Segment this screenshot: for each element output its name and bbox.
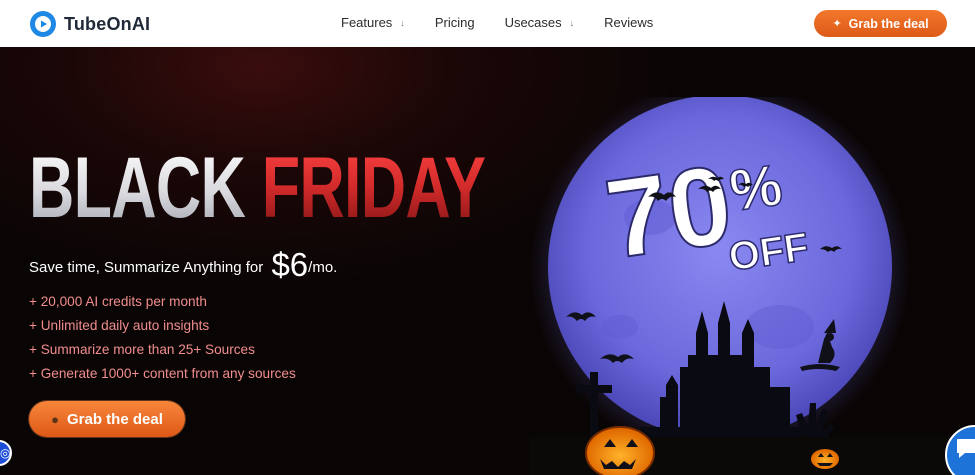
nav-grab-deal-button[interactable]: ✦ Grab the deal [814,10,947,37]
feature-item: + 20,000 AI credits per month [29,294,207,309]
halloween-promo-illustration: 70 % OFF [530,97,975,475]
nav-features[interactable]: Features ↓ [341,15,405,30]
hero-section: BLACK FRIDAY Save time, Summarize Anythi… [0,47,975,475]
price-suffix: /mo. [308,259,338,276]
top-navbar: TubeOnAI Features ↓ Pricing Usecases ↓ R… [0,0,975,47]
brand-name: TubeOnAI [64,13,151,34]
hero-cta-label: Grab the deal [67,410,163,428]
main-menu: Features ↓ Pricing Usecases ↓ Reviews [341,15,683,30]
nav-reviews-label: Reviews [604,15,654,30]
nav-pricing-label: Pricing [434,15,475,30]
chat-icon [957,439,975,458]
brand-logo[interactable]: TubeOnAI [29,10,150,38]
feature-list: + 20,000 AI credits per month + Unlimite… [29,293,296,389]
nav-usecases-label: Usecases [504,15,562,30]
heading-black: BLACK [29,140,246,236]
play-circle-icon [30,11,56,37]
tagline-prefix: Save time, Summarize Anything for [29,259,264,276]
chevron-down-icon: ↓ [569,17,575,28]
chevron-down-icon: ↓ [400,17,405,28]
nav-usecases[interactable]: Usecases ↓ [505,15,575,30]
percent-sign: % [726,152,786,224]
accessibility-icon: ◎ [0,446,11,460]
hero-tagline: Save time, Summarize Anything for $6/mo. [29,246,337,284]
feature-item: + Summarize more than 25+ Sources [29,342,255,357]
sparkle-icon: ✦ [832,18,842,30]
nav-cta-label: Grab the deal [848,16,929,31]
nav-pricing[interactable]: Pricing [435,15,475,30]
hero-grab-deal-button[interactable]: ● Grab the deal [29,401,185,437]
price-value: $6 [271,246,309,283]
hero-heading: BLACK FRIDAY [29,145,486,231]
nav-reviews[interactable]: Reviews [604,15,653,30]
feature-item: + Unlimited daily auto insights [29,318,210,333]
small-pumpkin [811,449,839,469]
big-pumpkin [585,426,655,475]
discount-number: 70 [599,141,740,282]
pumpkin-icon: ● [51,411,59,427]
feature-item: + Generate 1000+ content from any source… [29,366,296,381]
nav-features-label: Features [341,15,393,30]
heading-friday: FRIDAY [261,140,486,236]
